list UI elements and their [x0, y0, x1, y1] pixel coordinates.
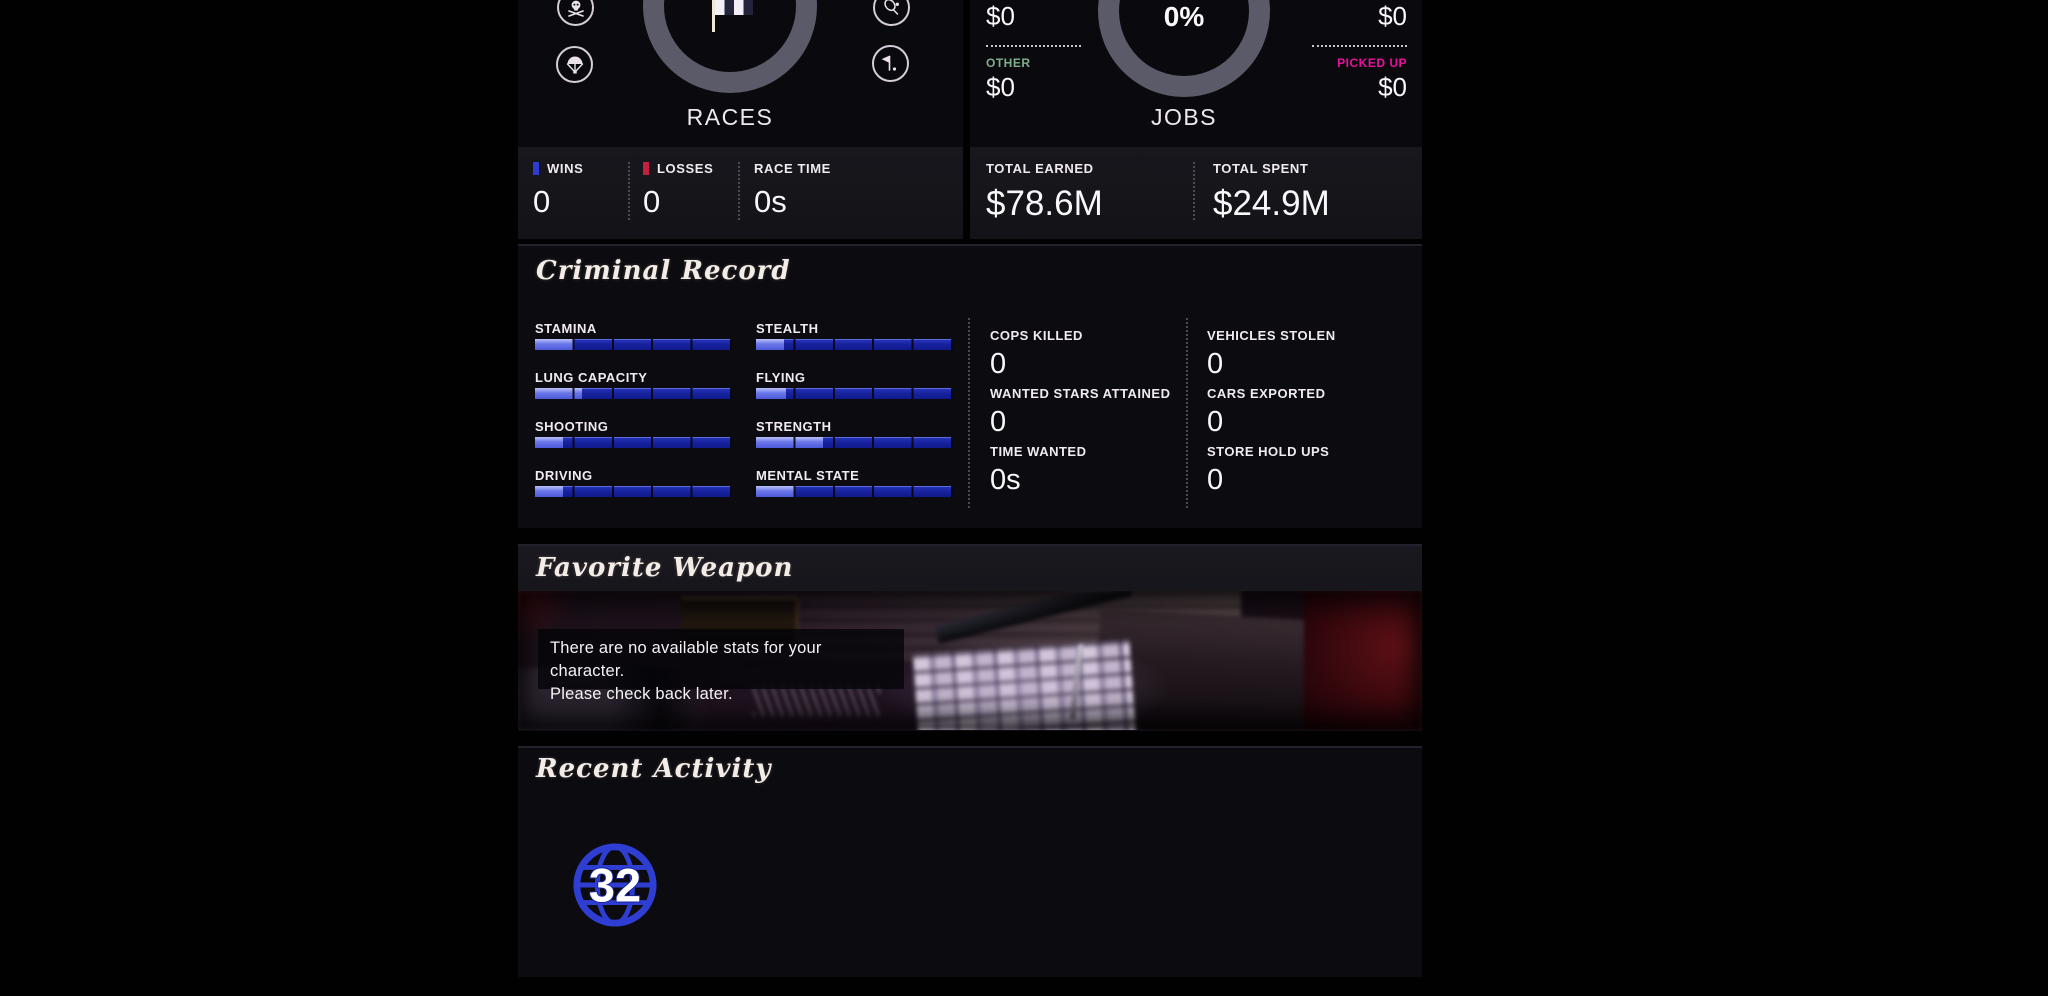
criminal-record-title: Criminal Record — [536, 256, 791, 286]
store-hold-ups-stat: STORE HOLD UPS 0 — [1207, 444, 1336, 502]
svg-text:32: 32 — [589, 860, 641, 912]
no-stats-message-line2: Please check back later. — [550, 683, 892, 706]
wins-label: WINS — [547, 161, 583, 176]
band-divider — [738, 162, 740, 220]
skill-bar — [756, 339, 953, 350]
jobs-panel: 0% $0 OTHER $0 $0 PICKED UP $0 JOBS TOTA… — [970, 0, 1422, 239]
recent-activity-title: Recent Activity — [536, 754, 771, 784]
total-spent-value: $24.9M — [1213, 184, 1330, 224]
losses-value: 0 — [643, 184, 713, 220]
races-caption: RACES — [630, 104, 830, 131]
dotted-divider — [968, 318, 970, 508]
rank-globe-badge[interactable]: 32 — [571, 841, 659, 929]
skill-bar — [535, 339, 732, 350]
jobs-picked-up-label: PICKED UP — [1297, 56, 1407, 70]
dotted-divider — [1186, 318, 1188, 508]
skill-strength: STRENGTH — [756, 420, 953, 469]
jobs-picked-up-value: $0 — [1297, 72, 1407, 102]
skill-flying: FLYING — [756, 371, 953, 420]
dotted-divider — [986, 45, 1081, 47]
skill-bar — [756, 437, 953, 448]
jobs-picked-up-column: $0 PICKED UP $0 — [1297, 0, 1407, 102]
losses-stat: LOSSES 0 — [643, 161, 713, 220]
cops-killed-stat: COPS KILLED 0 — [990, 328, 1170, 386]
no-stats-message-line1: There are no available stats for your ch… — [550, 637, 892, 683]
losses-label: LOSSES — [657, 161, 713, 176]
total-spent-label: TOTAL SPENT — [1213, 161, 1308, 176]
vehicles-stolen-stat: VEHICLES STOLEN 0 — [1207, 328, 1336, 386]
criminal-record-panel: Criminal Record STAMINA STEALTH LUNG CAP… — [518, 244, 1422, 528]
race-time-label: RACE TIME — [754, 161, 831, 176]
skills-grid: STAMINA STEALTH LUNG CAPACITY FLYING — [535, 322, 953, 518]
jobs-other-column: $0 OTHER $0 — [986, 0, 1096, 102]
races-stats-band: WINS 0 LOSSES 0 RACE TIME 0s — [518, 147, 963, 239]
skill-driving: DRIVING — [535, 469, 732, 518]
golf-icon[interactable] — [872, 45, 909, 82]
skill-stamina: STAMINA — [535, 322, 732, 371]
time-wanted-stat: TIME WANTED 0s — [990, 444, 1170, 502]
skill-bar — [535, 486, 732, 497]
no-stats-message-box: There are no available stats for your ch… — [538, 629, 904, 689]
skill-bar — [756, 486, 953, 497]
races-panel: RACES WINS 0 LOSSES 0 RACE TIME 0s — [518, 0, 963, 239]
jobs-stats-band: TOTAL EARNED $78.6M TOTAL SPENT $24.9M — [970, 147, 1422, 239]
recent-activity-panel: Recent Activity 32 — [518, 746, 1422, 977]
checkered-flag-icon — [706, 0, 758, 34]
parachute-icon[interactable] — [556, 46, 593, 83]
favorite-weapon-title: Favorite Weapon — [536, 553, 793, 583]
jobs-percentage: 0% — [1084, 1, 1284, 33]
wanted-stars-stat: WANTED STARS ATTAINED 0 — [990, 386, 1170, 444]
social-club-stats-page: RACES WINS 0 LOSSES 0 RACE TIME 0s — [0, 0, 2048, 996]
total-spent-stat: TOTAL SPENT $24.9M — [1213, 161, 1330, 224]
total-earned-value: $78.6M — [986, 184, 1103, 224]
skill-shooting: SHOOTING — [535, 420, 732, 469]
race-time-stat: RACE TIME 0s — [754, 161, 831, 220]
race-time-value: 0s — [754, 184, 831, 220]
jobs-other-label: OTHER — [986, 56, 1096, 70]
crime-stats-column-2: VEHICLES STOLEN 0 CARS EXPORTED 0 STORE … — [1207, 328, 1336, 502]
dotted-divider — [1312, 45, 1407, 47]
losses-marker — [643, 162, 649, 175]
jobs-other-value: $0 — [986, 72, 1096, 102]
total-earned-label: TOTAL EARNED — [986, 161, 1094, 176]
wins-marker — [533, 162, 539, 175]
jobs-caption: JOBS — [1084, 104, 1284, 131]
weapons-banner-image: There are no available stats for your ch… — [518, 591, 1422, 730]
wins-stat: WINS 0 — [533, 161, 583, 220]
crime-stats-column-1: COPS KILLED 0 WANTED STARS ATTAINED 0 TI… — [990, 328, 1170, 502]
tennis-icon[interactable] — [873, 0, 910, 26]
band-divider — [1193, 162, 1195, 220]
deathmatch-skull-icon[interactable] — [557, 0, 594, 26]
wins-value: 0 — [533, 184, 583, 220]
skill-bar — [756, 388, 953, 399]
skill-bar — [535, 437, 732, 448]
cars-exported-stat: CARS EXPORTED 0 — [1207, 386, 1336, 444]
skill-bar — [535, 388, 732, 399]
skill-lung-capacity: LUNG CAPACITY — [535, 371, 732, 420]
total-earned-stat: TOTAL EARNED $78.6M — [986, 161, 1103, 224]
jobs-other-top-value: $0 — [986, 1, 1096, 31]
jobs-picked-up-top-value: $0 — [1297, 1, 1407, 31]
skill-stealth: STEALTH — [756, 322, 953, 371]
favorite-weapon-panel: Favorite Weapon There are no available s… — [518, 544, 1422, 731]
skill-mental-state: MENTAL STATE — [756, 469, 953, 518]
band-divider — [628, 162, 630, 220]
